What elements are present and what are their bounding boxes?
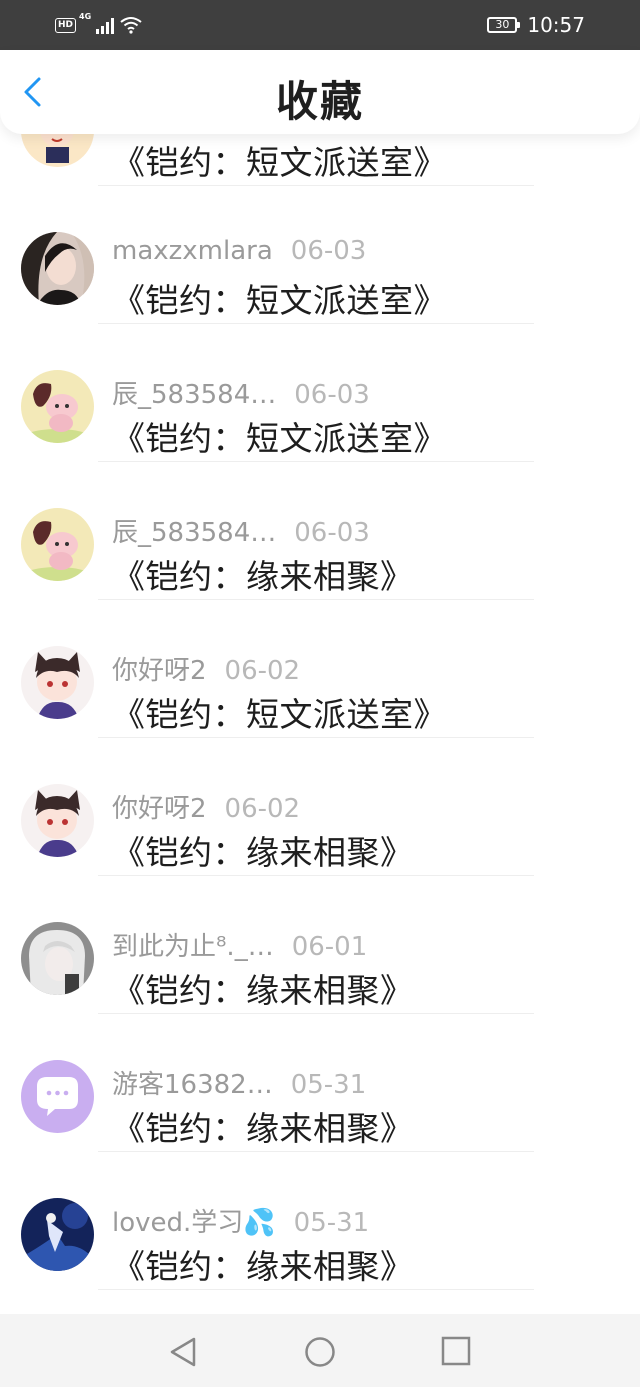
favorite-item[interactable]: 游客16382… 05-31 《铠约：缘来相聚》	[0, 1014, 640, 1152]
avatar[interactable]	[21, 1060, 94, 1133]
nav-recents-icon[interactable]	[441, 1336, 471, 1366]
story-title[interactable]: 《铠约：缘来相聚》	[112, 1240, 414, 1288]
story-title[interactable]: 《铠约：缘来相聚》	[112, 964, 414, 1012]
avatar[interactable]	[21, 922, 94, 995]
hd-badge: HD	[55, 17, 77, 33]
header: 收藏	[0, 50, 640, 134]
story-title[interactable]: 《铠约：缘来相聚》	[112, 550, 414, 598]
wifi-icon	[120, 17, 142, 34]
avatar[interactable]	[21, 784, 94, 857]
username: 到此为止⁸._…	[112, 932, 274, 962]
date: 06-03	[294, 380, 370, 410]
network-type: 4G	[79, 12, 92, 21]
date: 06-02	[224, 794, 301, 824]
story-title[interactable]: 《铠约：短文派送室》	[112, 412, 447, 460]
story-title[interactable]: 《铠约：短文派送室》	[112, 688, 447, 736]
story-title[interactable]: 《铠约：短文派送室》	[112, 274, 447, 322]
date: 06-03	[290, 236, 367, 266]
username: 你好呀2	[112, 656, 207, 686]
favorite-item[interactable]: loved.学习💦 05-31 《铠约：缘来相聚》	[0, 1152, 640, 1290]
date: 05-31	[290, 1070, 367, 1100]
avatar[interactable]	[21, 646, 94, 719]
nav-back-icon[interactable]	[168, 1336, 198, 1368]
system-nav-bar	[0, 1314, 640, 1387]
username: 辰_583584…	[112, 518, 277, 548]
divider	[98, 1289, 534, 1290]
favorite-item[interactable]: 你好呀2 06-02 《铠约：缘来相聚》	[0, 738, 640, 876]
username: maxzxmlara	[112, 236, 273, 266]
avatar[interactable]	[21, 370, 94, 443]
username: 辰_583584…	[112, 380, 277, 410]
story-title[interactable]: 《铠约：缘来相聚》	[112, 826, 414, 874]
story-title[interactable]: 《铠约：缘来相聚》	[112, 1102, 414, 1150]
status-bar: HD 4G 30 10:57	[0, 0, 640, 50]
clock: 10:57	[527, 13, 585, 37]
avatar[interactable]	[21, 134, 94, 167]
favorite-item[interactable]: 辰_583584… 06-03 《铠约：短文派送室》	[0, 324, 640, 462]
username: 游客16382…	[112, 1070, 273, 1100]
meta-row: 到此为止⁸._… 06-01	[112, 926, 367, 963]
avatar[interactable]	[21, 232, 94, 305]
favorite-item[interactable]: 到此为止⁸._… 06-01 《铠约：缘来相聚》	[0, 876, 640, 1014]
date: 06-02	[224, 656, 301, 686]
meta-row: 游客16382… 05-31	[112, 1064, 366, 1101]
favorites-list[interactable]: nikhahenkei06-03《铠约：短文派送室》 maxzxmlara 06-0…	[0, 134, 640, 1314]
nav-home-icon[interactable]	[304, 1336, 336, 1368]
meta-row: 辰_583584… 06-03	[112, 374, 370, 411]
meta-row: 你好呀2 06-02	[112, 788, 300, 825]
battery-icon: 30	[487, 17, 521, 33]
favorite-item[interactable]: nikhahenkei06-03《铠约：短文派送室》	[0, 134, 640, 186]
meta-row: maxzxmlara 06-03	[112, 236, 366, 266]
username: loved.学习💦	[112, 1208, 276, 1238]
favorite-item[interactable]: maxzxmlara 06-03 《铠约：短文派送室》	[0, 186, 640, 324]
date: 06-01	[291, 932, 368, 962]
meta-row: 你好呀2 06-02	[112, 650, 300, 687]
username: 你好呀2	[112, 794, 207, 824]
meta-row: 辰_583584… 06-03	[112, 512, 370, 549]
date: 05-31	[293, 1208, 370, 1238]
story-title[interactable]: 《铠约：短文派送室》	[112, 136, 447, 184]
avatar[interactable]	[21, 1198, 94, 1271]
status-right: 30 10:57	[487, 13, 585, 37]
favorites-list-inner: nikhahenkei06-03《铠约：短文派送室》 maxzxmlara 06-0…	[0, 134, 640, 1290]
cellular-signal-icon: 4G	[79, 12, 115, 34]
favorite-item[interactable]: 你好呀2 06-02 《铠约：短文派送室》	[0, 600, 640, 738]
avatar[interactable]	[21, 508, 94, 581]
page-title: 收藏	[275, 77, 364, 126]
status-left: HD 4G	[55, 12, 142, 35]
date: 06-03	[294, 518, 370, 548]
favorite-item[interactable]: 辰_583584… 06-03 《铠约：缘来相聚》	[0, 462, 640, 600]
meta-row: loved.学习💦 05-31	[112, 1202, 369, 1239]
